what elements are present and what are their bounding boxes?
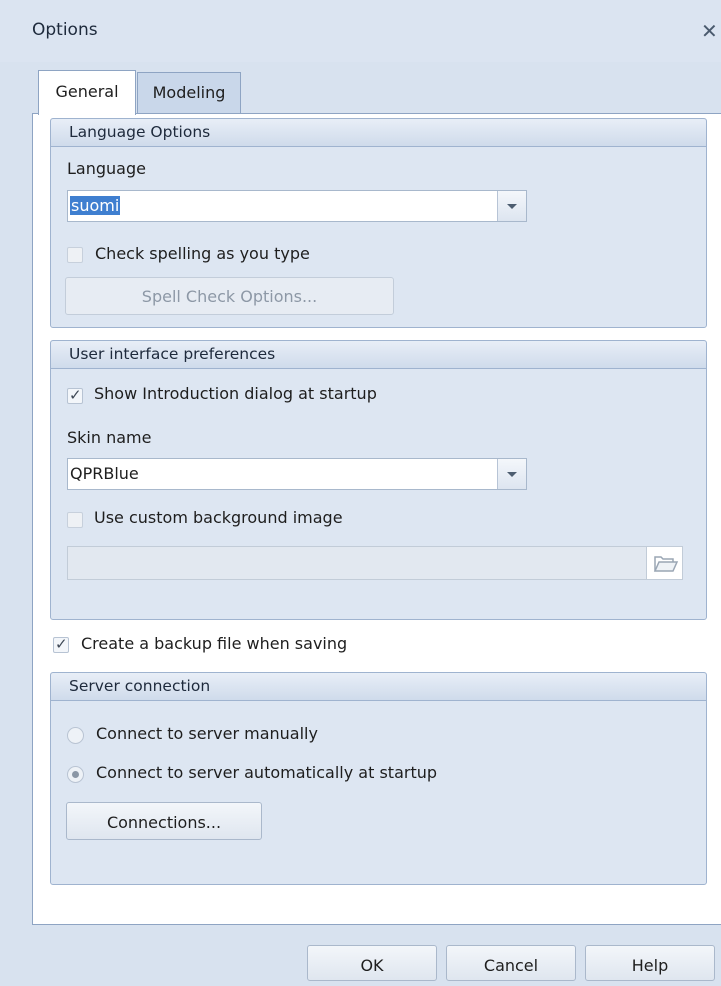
spell-check-options-button[interactable]: Spell Check Options...	[65, 277, 394, 315]
server-connection-header: Server connection	[51, 673, 706, 701]
checkmark-icon: ✓	[55, 635, 68, 653]
language-value: suomi	[70, 196, 121, 215]
skin-name-label: Skin name	[67, 428, 152, 447]
connections-button[interactable]: Connections...	[66, 802, 262, 840]
skin-name-combo[interactable]: QPRBlue	[67, 458, 527, 490]
skin-dropdown-button[interactable]	[497, 459, 526, 489]
tab-general[interactable]: General	[38, 70, 136, 115]
connect-manually-radio[interactable]	[67, 727, 84, 744]
check-spelling-label: Check spelling as you type	[95, 244, 310, 263]
chevron-down-icon	[507, 204, 517, 209]
ok-button[interactable]: OK	[307, 945, 437, 981]
show-intro-label: Show Introduction dialog at startup	[94, 384, 377, 403]
ui-preferences-header: User interface preferences	[51, 341, 706, 369]
language-options-header: Language Options	[51, 119, 706, 147]
checkmark-icon: ✓	[69, 386, 82, 404]
open-folder-icon	[653, 556, 679, 572]
window-title: Options	[32, 20, 98, 40]
custom-background-checkbox[interactable]	[67, 512, 83, 528]
browse-folder-button[interactable]	[646, 547, 682, 579]
backup-label: Create a backup file when saving	[81, 634, 348, 653]
language-dropdown-button[interactable]	[497, 191, 526, 221]
cancel-button[interactable]: Cancel	[446, 945, 576, 981]
language-label: Language	[67, 159, 146, 178]
connect-automatically-label: Connect to server automatically at start…	[96, 763, 438, 782]
skin-name-value: QPRBlue	[70, 464, 139, 483]
custom-background-label: Use custom background image	[94, 508, 343, 527]
background-image-path-field[interactable]	[67, 546, 683, 580]
title-bar	[0, 0, 721, 62]
show-intro-checkbox[interactable]: ✓	[67, 386, 83, 404]
radio-dot-icon	[72, 771, 79, 778]
language-combo[interactable]: suomi	[67, 190, 527, 222]
close-icon[interactable]: ✕	[701, 19, 721, 43]
connect-automatically-radio[interactable]	[67, 766, 84, 783]
help-button[interactable]: Help	[585, 945, 715, 981]
backup-checkbox[interactable]: ✓	[53, 635, 69, 653]
check-spelling-checkbox[interactable]	[67, 247, 83, 263]
chevron-down-icon	[507, 472, 517, 477]
connect-manually-label: Connect to server manually	[96, 724, 318, 743]
tab-modeling[interactable]: Modeling	[137, 72, 241, 114]
